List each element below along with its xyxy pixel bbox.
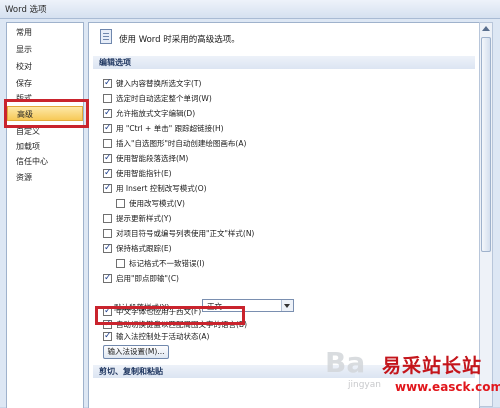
checkbox[interactable]	[103, 152, 112, 164]
sidebar-item-save[interactable]: 保存	[7, 76, 83, 91]
sidebar-item-resources[interactable]: 资源	[7, 170, 83, 185]
panel-header: 使用 Word 时采用的高级选项。	[89, 23, 479, 53]
checkbox[interactable]	[103, 139, 112, 148]
checkbox[interactable]	[116, 259, 125, 268]
chevron-down-icon[interactable]	[281, 300, 293, 311]
sidebar-item-proofing[interactable]: 校对	[7, 59, 83, 74]
checkbox[interactable]	[103, 272, 112, 284]
sidebar-item-addins[interactable]: 加载项	[7, 139, 83, 154]
panel-header-text: 使用 Word 时采用的高级选项。	[119, 35, 240, 45]
sidebar-item-popular[interactable]: 常用	[7, 25, 83, 40]
options-window: Word 选项 常用 显示 校对 保存 版式 高级 自定义 加载项 信任中心 资…	[0, 0, 500, 408]
checkbox[interactable]	[116, 199, 125, 208]
baidu-watermark: Ba	[325, 346, 366, 379]
sidebar-item-display[interactable]: 显示	[7, 42, 83, 57]
checkbox[interactable]	[103, 330, 112, 342]
vertical-scrollbar[interactable]	[479, 22, 493, 407]
baidu-watermark-sub: jingyan	[348, 380, 381, 390]
checkbox[interactable]	[103, 214, 112, 223]
highlight-advanced-box	[4, 99, 89, 128]
document-options-icon	[100, 29, 112, 44]
sidebar: 常用 显示 校对 保存 版式 高级 自定义 加载项 信任中心 资源	[6, 22, 84, 408]
checkbox[interactable]	[103, 77, 112, 89]
scroll-thumb[interactable]	[481, 37, 491, 252]
checkbox[interactable]	[103, 107, 112, 119]
checkbox[interactable]	[103, 242, 112, 254]
section-editing-options: 编辑选项	[93, 56, 475, 69]
checkbox[interactable]	[103, 167, 112, 179]
checkbox[interactable]	[103, 94, 112, 103]
scroll-up-arrow-icon[interactable]	[482, 26, 490, 31]
checkbox[interactable]	[103, 229, 112, 238]
window-title: Word 选项	[5, 5, 47, 15]
checkbox[interactable]	[103, 182, 112, 194]
checkbox[interactable]	[103, 122, 112, 134]
title-bar: Word 选项	[0, 0, 500, 19]
site-watermark-url: www.easck.com	[395, 380, 500, 394]
site-watermark-title: 易采站长站	[382, 355, 483, 377]
ime-settings-button[interactable]: 输入法设置(M)...	[103, 345, 169, 359]
sidebar-item-trust-center[interactable]: 信任中心	[7, 154, 83, 169]
highlight-keyboard-switch-box	[95, 306, 245, 325]
